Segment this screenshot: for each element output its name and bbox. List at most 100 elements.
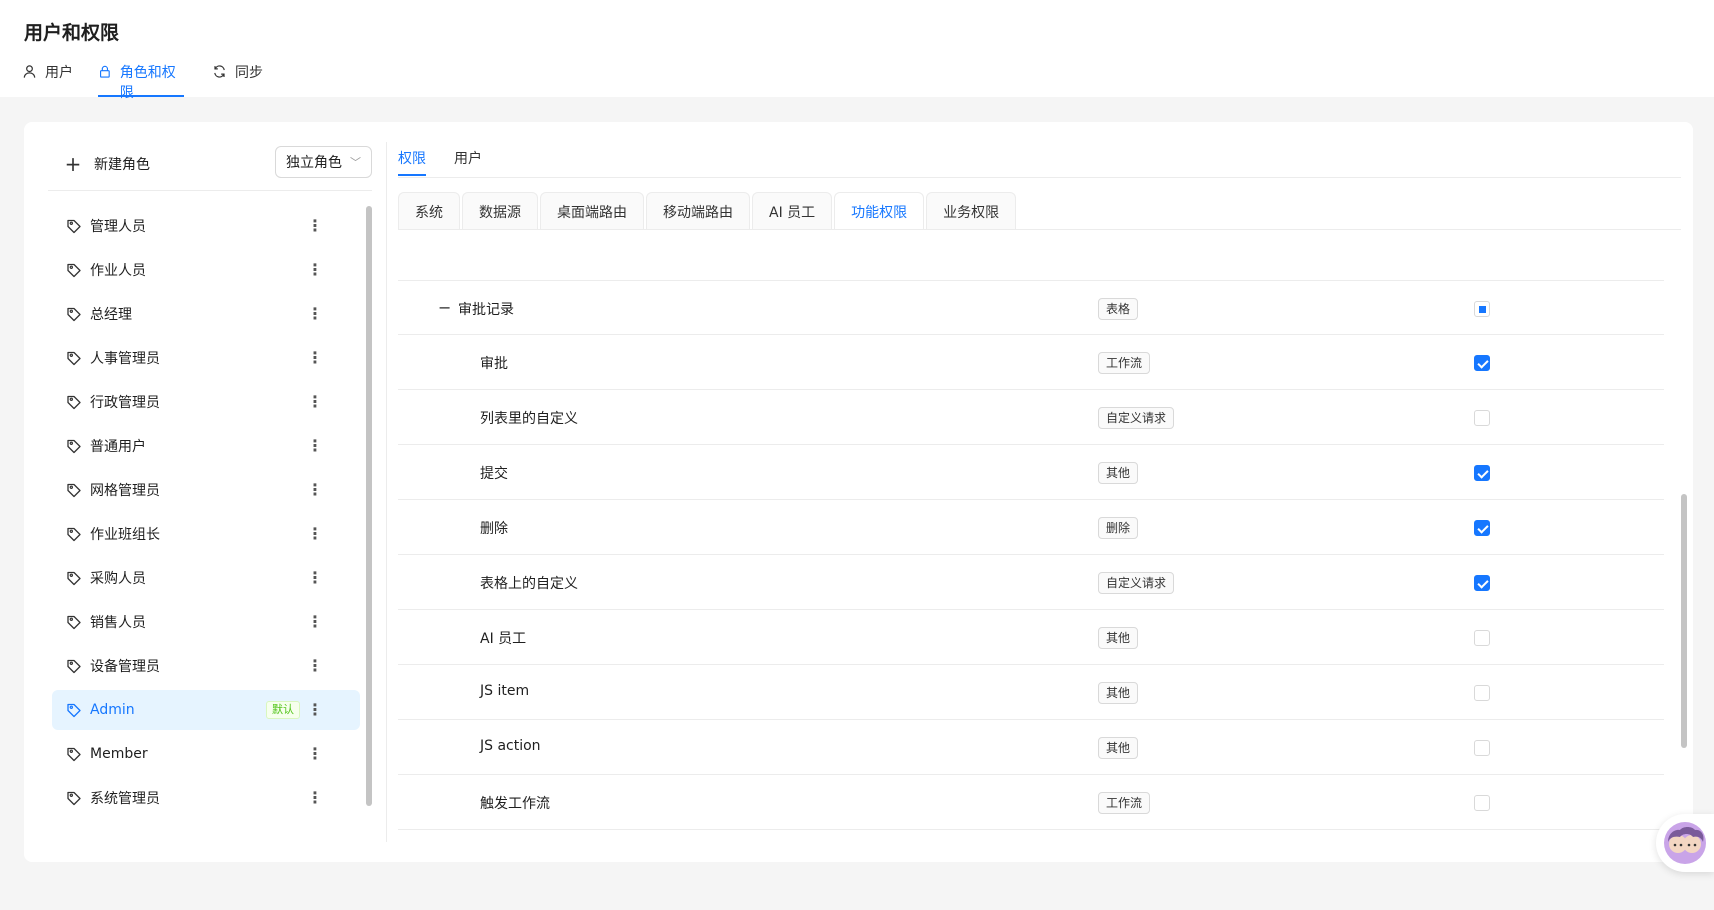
permission-category-tabs: 系统 数据源 桌面端路由 移动端路由 AI 员工 功能权限 业务权限 <box>398 192 1017 230</box>
permission-checkbox[interactable] <box>1474 685 1490 701</box>
permission-row: 审批 工作流 <box>398 335 1664 390</box>
tag-icon <box>67 615 81 630</box>
subtab-users[interactable]: 用户 <box>454 144 482 176</box>
permission-row: 列表里的自定义 自定义请求 <box>398 390 1664 445</box>
more-options-icon[interactable]: ⋮ <box>307 788 323 808</box>
tab-permission-category[interactable]: 桌面端路由 <box>540 192 644 230</box>
collapse-icon[interactable]: − <box>438 298 454 318</box>
permission-checkbox[interactable] <box>1474 740 1490 756</box>
role-item[interactable]: 行政管理员 ⋮ <box>52 382 360 422</box>
tag-icon <box>67 439 81 454</box>
subtab-permissions[interactable]: 权限 <box>398 144 426 176</box>
tag-icon <box>67 527 81 542</box>
role-item[interactable]: 网格管理员 ⋮ <box>52 470 360 510</box>
role-item[interactable]: 总经理 ⋮ <box>52 294 360 334</box>
permission-name: 审批记录 <box>458 302 514 318</box>
role-label: 作业班组长 <box>90 527 160 543</box>
permission-row: 表格上的自定义 自定义请求 <box>398 555 1664 610</box>
tab-sync-label: 同步 <box>235 65 263 81</box>
assistant-avatar-icon <box>1664 822 1706 864</box>
role-item[interactable]: Admin 默认 ⋮ <box>52 690 360 730</box>
permission-row: JS item 其他 <box>398 665 1664 720</box>
tag-icon <box>67 395 81 410</box>
more-options-icon[interactable]: ⋮ <box>307 568 323 588</box>
permission-tree: − 审批记录 表格 审批 工作流 列表里的自定义 自定义请求 提交 其他 删除 删除 表格上的自定义自… <box>398 280 1664 830</box>
permission-checkbox[interactable] <box>1474 355 1490 371</box>
permission-checkbox[interactable] <box>1474 301 1490 317</box>
tab-permission-category[interactable]: 数据源 <box>462 192 538 230</box>
permission-name: JS item <box>480 683 530 699</box>
tag-icon <box>67 307 81 322</box>
tag-icon <box>67 703 81 718</box>
permission-checkbox[interactable] <box>1474 410 1490 426</box>
panel-divider <box>386 142 387 842</box>
tab-permission-category[interactable]: 移动端路由 <box>646 192 750 230</box>
tab-roles-permissions[interactable]: 角色和权限 <box>98 62 184 101</box>
more-options-icon[interactable]: ⋮ <box>307 700 323 720</box>
more-options-icon[interactable]: ⋮ <box>307 524 323 544</box>
sync-icon <box>214 65 225 78</box>
role-item[interactable]: 设备管理员 ⋮ <box>52 646 360 686</box>
plus-icon: + <box>64 152 82 176</box>
permission-row: AI 员工 其他 <box>398 610 1664 665</box>
role-item[interactable]: 普通用户 ⋮ <box>52 426 360 466</box>
permission-checkbox[interactable] <box>1474 575 1490 591</box>
role-mode-select[interactable]: 独立角色 ﹀ <box>275 146 372 178</box>
tag-icon <box>67 263 81 278</box>
permission-type-tag: 其他 <box>1098 627 1139 649</box>
tab-sync[interactable]: 同步 <box>212 62 263 97</box>
more-options-icon[interactable]: ⋮ <box>307 216 323 236</box>
tab-permission-category[interactable]: 系统 <box>398 192 460 230</box>
new-role-button[interactable]: + 新建角色 <box>64 149 150 179</box>
role-list: 管理人员 ⋮ 作业人员 ⋮ 总经理 ⋮ 人事管理员 ⋮ 行政管理员 ⋮ 普通用户 ⋮ 网格管理员 ⋮ 作业班… <box>52 206 360 822</box>
permission-row: − 审批记录 表格 <box>398 280 1664 335</box>
permission-checkbox[interactable] <box>1474 465 1490 481</box>
more-options-icon[interactable]: ⋮ <box>307 612 323 632</box>
tab-permission-category[interactable]: 业务权限 <box>926 192 1017 230</box>
new-role-label: 新建角色 <box>94 157 150 173</box>
permission-row: JS action 其他 <box>398 720 1664 775</box>
more-options-icon[interactable]: ⋮ <box>307 348 323 368</box>
tab-permission-category[interactable]: 功能权限 <box>834 192 925 230</box>
permissions-scrollbar[interactable] <box>1681 494 1687 748</box>
permission-type-tag: 删除 <box>1098 517 1139 539</box>
role-item[interactable]: Member ⋮ <box>52 734 360 774</box>
more-options-icon[interactable]: ⋮ <box>307 744 323 764</box>
role-label: 网格管理员 <box>90 483 160 499</box>
permission-type-tag: 表格 <box>1098 298 1139 320</box>
role-item[interactable]: 销售人员 ⋮ <box>52 602 360 642</box>
permission-row: 提交 其他 <box>398 445 1664 500</box>
tab-users-label: 用户 <box>45 65 73 81</box>
more-options-icon[interactable]: ⋮ <box>307 304 323 324</box>
role-label: Member <box>90 746 148 762</box>
assistant-avatar-button[interactable] <box>1656 814 1714 872</box>
chevron-down-icon: ﹀ <box>350 156 361 169</box>
role-item[interactable]: 采购人员 ⋮ <box>52 558 360 598</box>
role-item[interactable]: 作业人员 ⋮ <box>52 250 360 290</box>
role-item[interactable]: 管理人员 ⋮ <box>52 206 360 246</box>
more-options-icon[interactable]: ⋮ <box>307 392 323 412</box>
more-options-icon[interactable]: ⋮ <box>307 656 323 676</box>
more-options-icon[interactable]: ⋮ <box>307 436 323 456</box>
role-label: 系统管理员 <box>90 791 160 807</box>
permission-name: JS action <box>480 738 541 754</box>
more-options-icon[interactable]: ⋮ <box>307 260 323 280</box>
more-options-icon[interactable]: ⋮ <box>307 480 323 500</box>
top-header: 用户和权限 用户 角色和权限 同步 <box>0 0 1714 101</box>
tab-permission-category[interactable]: AI 员工 <box>752 192 833 230</box>
role-item[interactable]: 作业班组长 ⋮ <box>52 514 360 554</box>
permission-name: AI 员工 <box>480 631 527 647</box>
roles-scrollbar[interactable] <box>366 206 372 806</box>
permission-checkbox[interactable] <box>1474 520 1490 536</box>
permission-name: 触发工作流 <box>480 796 550 812</box>
permission-name: 审批 <box>480 356 508 372</box>
permission-panel: 权限 用户 系统 数据源 桌面端路由 移动端路由 AI 员工 功能权限 业务权限 − 审批记录… <box>398 122 1687 862</box>
permission-checkbox[interactable] <box>1474 795 1490 811</box>
tag-icon <box>67 219 81 234</box>
permission-checkbox[interactable] <box>1474 630 1490 646</box>
permission-type-tag: 其他 <box>1098 682 1139 704</box>
role-item[interactable]: 人事管理员 ⋮ <box>52 338 360 378</box>
role-item[interactable]: 系统管理员 ⋮ <box>52 778 360 818</box>
tab-users[interactable]: 用户 <box>22 62 73 97</box>
divider <box>398 177 1681 178</box>
